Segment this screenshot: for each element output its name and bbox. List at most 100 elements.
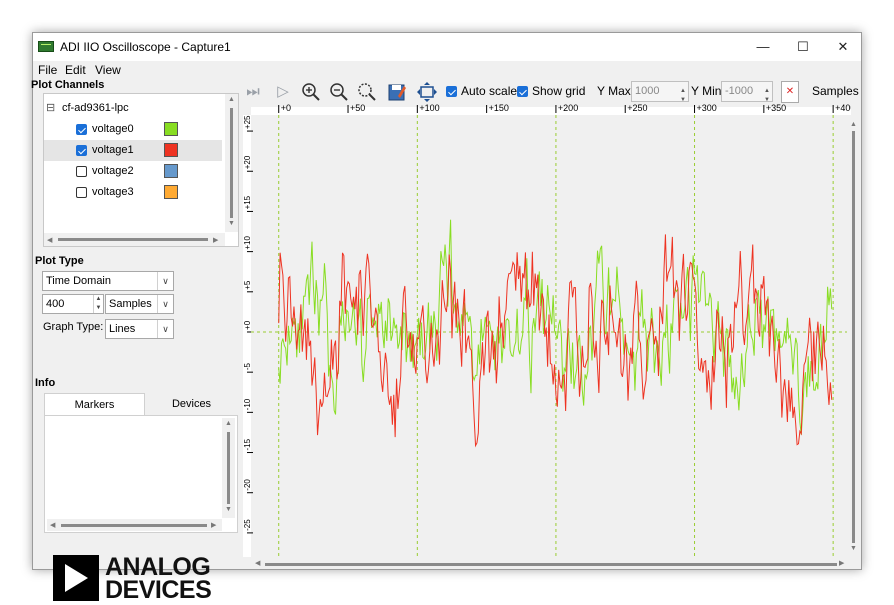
scroll-down-icon[interactable]: ▼ — [228, 220, 235, 227]
ymin-label: Y Min: — [691, 84, 725, 98]
h-scroll-thumb[interactable] — [61, 524, 207, 527]
sample-unit-value: Samples — [109, 298, 152, 310]
menu-bar: File Edit View — [33, 61, 861, 79]
play-icon[interactable]: ▷ — [273, 82, 293, 102]
channel-checkbox[interactable] — [76, 124, 87, 135]
graph-type-value: Lines — [109, 323, 136, 335]
oscilloscope-window: ADI IIO Oscilloscope - Capture1 — ☐ ✕ Fi… — [31, 32, 863, 603]
scroll-up-icon[interactable]: ▲ — [850, 121, 857, 128]
ymax-label: Y Max: — [597, 84, 635, 98]
x-tick-label: +50 — [350, 103, 365, 113]
sample-unit-select[interactable]: Samples ∨ — [105, 294, 174, 314]
fullscreen-icon[interactable] — [417, 82, 437, 102]
scroll-up-icon[interactable]: ▲ — [225, 420, 232, 427]
app-icon — [38, 41, 54, 52]
scroll-left-icon[interactable]: ◀ — [50, 521, 55, 529]
tab-devices[interactable]: Devices — [145, 393, 238, 415]
scroll-right-icon[interactable]: ▶ — [213, 236, 218, 244]
menu-file[interactable]: File — [38, 63, 57, 77]
plot-channels-heading: Plot Channels — [31, 79, 105, 91]
waveform-plot[interactable] — [251, 115, 847, 557]
zoom-in-icon[interactable] — [301, 82, 321, 102]
sample-count-spinbox[interactable]: 400 ▲ ▼ — [42, 294, 104, 314]
channel-row[interactable]: voltage3 — [44, 182, 222, 203]
device-node[interactable]: ⊟ cf-ad9361-lpc — [44, 98, 222, 119]
channel-tree: ⊟ cf-ad9361-lpc voltage0 voltage1 voltage2… — [43, 93, 239, 247]
h-scroll-thumb[interactable] — [265, 563, 837, 566]
tab-markers[interactable]: Markers — [44, 393, 145, 415]
samples-label: Samples — [812, 84, 859, 98]
step-icon[interactable]: ⏭ — [243, 82, 263, 102]
channel-color-swatch[interactable] — [164, 122, 178, 136]
menu-edit[interactable]: Edit — [65, 63, 86, 77]
save-icon[interactable] — [387, 82, 407, 102]
tree-vertical-scrollbar[interactable]: ▲ ▼ — [225, 94, 238, 232]
ymin-spinbox[interactable]: -1000 ▲ ▼ — [721, 81, 773, 103]
collapse-icon[interactable]: ⊟ — [46, 98, 55, 119]
scroll-left-icon[interactable]: ◀ — [47, 236, 52, 244]
x-tick-label: +400 — [835, 103, 851, 113]
plot-canvas[interactable] — [251, 115, 847, 557]
scroll-thumb[interactable] — [852, 131, 855, 543]
channel-row[interactable]: voltage1 — [44, 140, 222, 161]
close-button[interactable]: ✕ — [829, 37, 857, 57]
channel-label: voltage1 — [92, 144, 134, 156]
markers-panel: ▲ ▼ ◀ ▶ — [44, 415, 238, 533]
logo-line2: DEVICES — [105, 576, 212, 604]
zoom-fit-icon[interactable] — [357, 82, 377, 102]
menu-view[interactable]: View — [95, 63, 121, 77]
scroll-left-icon[interactable]: ◀ — [255, 559, 260, 567]
scroll-thumb[interactable] — [230, 108, 233, 218]
auto-scale-checkbox[interactable] — [446, 86, 457, 97]
x-tick-label: +0 — [281, 103, 291, 113]
x-tick-label: +250 — [627, 103, 647, 113]
channel-label: voltage0 — [92, 123, 134, 135]
ymin-value: -1000 — [725, 85, 754, 97]
logo-triangle-icon — [53, 555, 99, 601]
channel-color-swatch[interactable] — [164, 185, 178, 199]
scroll-down-icon[interactable]: ▼ — [850, 545, 857, 552]
clear-markers-icon[interactable]: ✕ — [781, 81, 799, 103]
scroll-right-icon[interactable]: ▶ — [211, 521, 216, 529]
channel-checkbox[interactable] — [76, 145, 87, 156]
channel-row[interactable]: voltage2 — [44, 161, 222, 182]
x-axis: +0 +50 +100 +150 +200 +250 +300 +350 +400 — [251, 103, 851, 115]
waveform-series-0 — [278, 219, 833, 435]
scroll-down-icon[interactable]: ▼ — [225, 506, 232, 513]
x-tick-label: +100 — [419, 103, 439, 113]
channel-color-swatch[interactable] — [164, 164, 178, 178]
ymax-value: 1000 — [635, 85, 660, 97]
channel-checkbox[interactable] — [76, 166, 87, 177]
channel-checkbox[interactable] — [76, 187, 87, 198]
scroll-thumb[interactable] — [227, 432, 230, 504]
spin-arrows-icon[interactable]: ▲ ▼ — [93, 295, 103, 313]
maximize-button[interactable]: ☐ — [789, 37, 817, 57]
h-scroll-thumb[interactable] — [58, 238, 208, 241]
plot-toolbar: ⏭ ▷ Auto scale Show grid Y Max: 1000 ▲ ▼… — [243, 79, 863, 105]
tree-horizontal-scrollbar[interactable]: ◀ ▶ — [44, 233, 225, 246]
chevron-down-icon[interactable]: ∨ — [157, 272, 173, 290]
zoom-out-icon[interactable] — [329, 82, 349, 102]
y-axis: +25 +20 +15 +10 +5 +0 -5 -10 -15 -20 -25 — [243, 115, 253, 557]
plot-vertical-scrollbar[interactable]: ▲ ▼ — [849, 121, 859, 555]
channel-label: voltage3 — [92, 186, 134, 198]
info-horizontal-scrollbar[interactable]: ◀ ▶ — [47, 519, 222, 531]
info-heading: Info — [35, 377, 56, 389]
chevron-down-icon[interactable]: ∨ — [157, 320, 173, 338]
auto-scale-label: Auto scale — [461, 84, 518, 98]
chevron-down-icon[interactable]: ∨ — [157, 295, 173, 313]
ymax-spinbox[interactable]: 1000 ▲ ▼ — [631, 81, 689, 103]
scroll-right-icon[interactable]: ▶ — [839, 559, 844, 567]
graph-type-label: Graph Type: — [43, 321, 104, 333]
minimize-button[interactable]: — — [749, 37, 777, 57]
info-vertical-scrollbar[interactable]: ▲ ▼ — [222, 418, 235, 518]
channel-row[interactable]: voltage0 — [44, 119, 222, 140]
scroll-up-icon[interactable]: ▲ — [228, 96, 235, 103]
show-grid-checkbox[interactable] — [517, 86, 528, 97]
domain-select[interactable]: Time Domain ∨ — [42, 271, 174, 291]
plot-horizontal-scrollbar[interactable]: ◀ ▶ — [255, 559, 849, 569]
graph-type-select[interactable]: Lines ∨ — [105, 319, 174, 339]
channel-color-swatch[interactable] — [164, 143, 178, 157]
device-label: cf-ad9361-lpc — [62, 102, 129, 114]
title-bar[interactable]: ADI IIO Oscilloscope - Capture1 — ☐ ✕ — [33, 33, 861, 61]
